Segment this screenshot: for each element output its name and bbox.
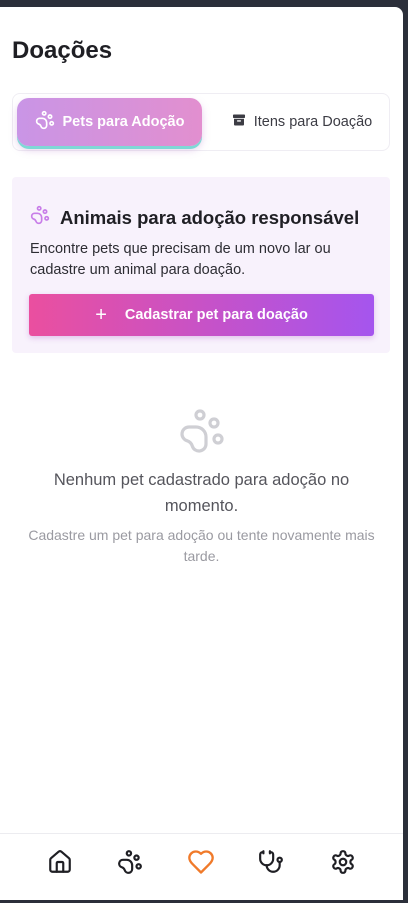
register-pet-label: Cadastrar pet para doação	[124, 307, 308, 323]
paw-icon	[178, 407, 226, 460]
register-pet-button[interactable]: + Cadastrar pet para doação	[29, 294, 374, 336]
page-title: Doações	[12, 37, 113, 64]
nav-home[interactable]	[44, 848, 76, 880]
nav-donations[interactable]	[185, 848, 217, 880]
bottom-navigation	[0, 833, 403, 900]
card-description: Encontre pets que precisam de um novo la…	[30, 241, 331, 278]
adoption-info-card: Animais para adoção responsável Encontre…	[12, 177, 390, 353]
gear-icon	[330, 849, 356, 880]
tab-pets-for-adoption[interactable]: Pets para Adoção	[17, 98, 202, 146]
archive-box-icon	[232, 113, 246, 131]
home-icon	[47, 849, 73, 880]
tab-bar: Pets para Adoção Itens para Doação	[12, 93, 390, 151]
tab-label: Itens para Doação	[253, 114, 373, 130]
paw-icon	[30, 205, 50, 230]
nav-pets[interactable]	[114, 848, 146, 880]
paw-icon	[35, 110, 55, 134]
nav-settings[interactable]	[327, 848, 359, 880]
heart-icon	[187, 848, 215, 881]
empty-state-title: Nenhum pet cadastrado para adoção no mom…	[53, 471, 350, 515]
tab-label: Pets para Adoção	[62, 114, 185, 130]
nav-health[interactable]	[255, 848, 287, 880]
empty-state-subtitle: Cadastre um pet para adoção ou tente nov…	[28, 527, 375, 564]
tab-items-for-donation[interactable]: Itens para Doação	[218, 98, 386, 146]
card-header: Animais para adoção responsável	[30, 205, 359, 230]
stethoscope-icon	[258, 849, 284, 880]
paw-icon	[117, 849, 143, 880]
app-screen: Doações Pets para Adoção Itens para Doaç…	[0, 7, 403, 900]
plus-icon: +	[95, 304, 107, 326]
card-title: Animais para adoção responsável	[60, 206, 360, 228]
